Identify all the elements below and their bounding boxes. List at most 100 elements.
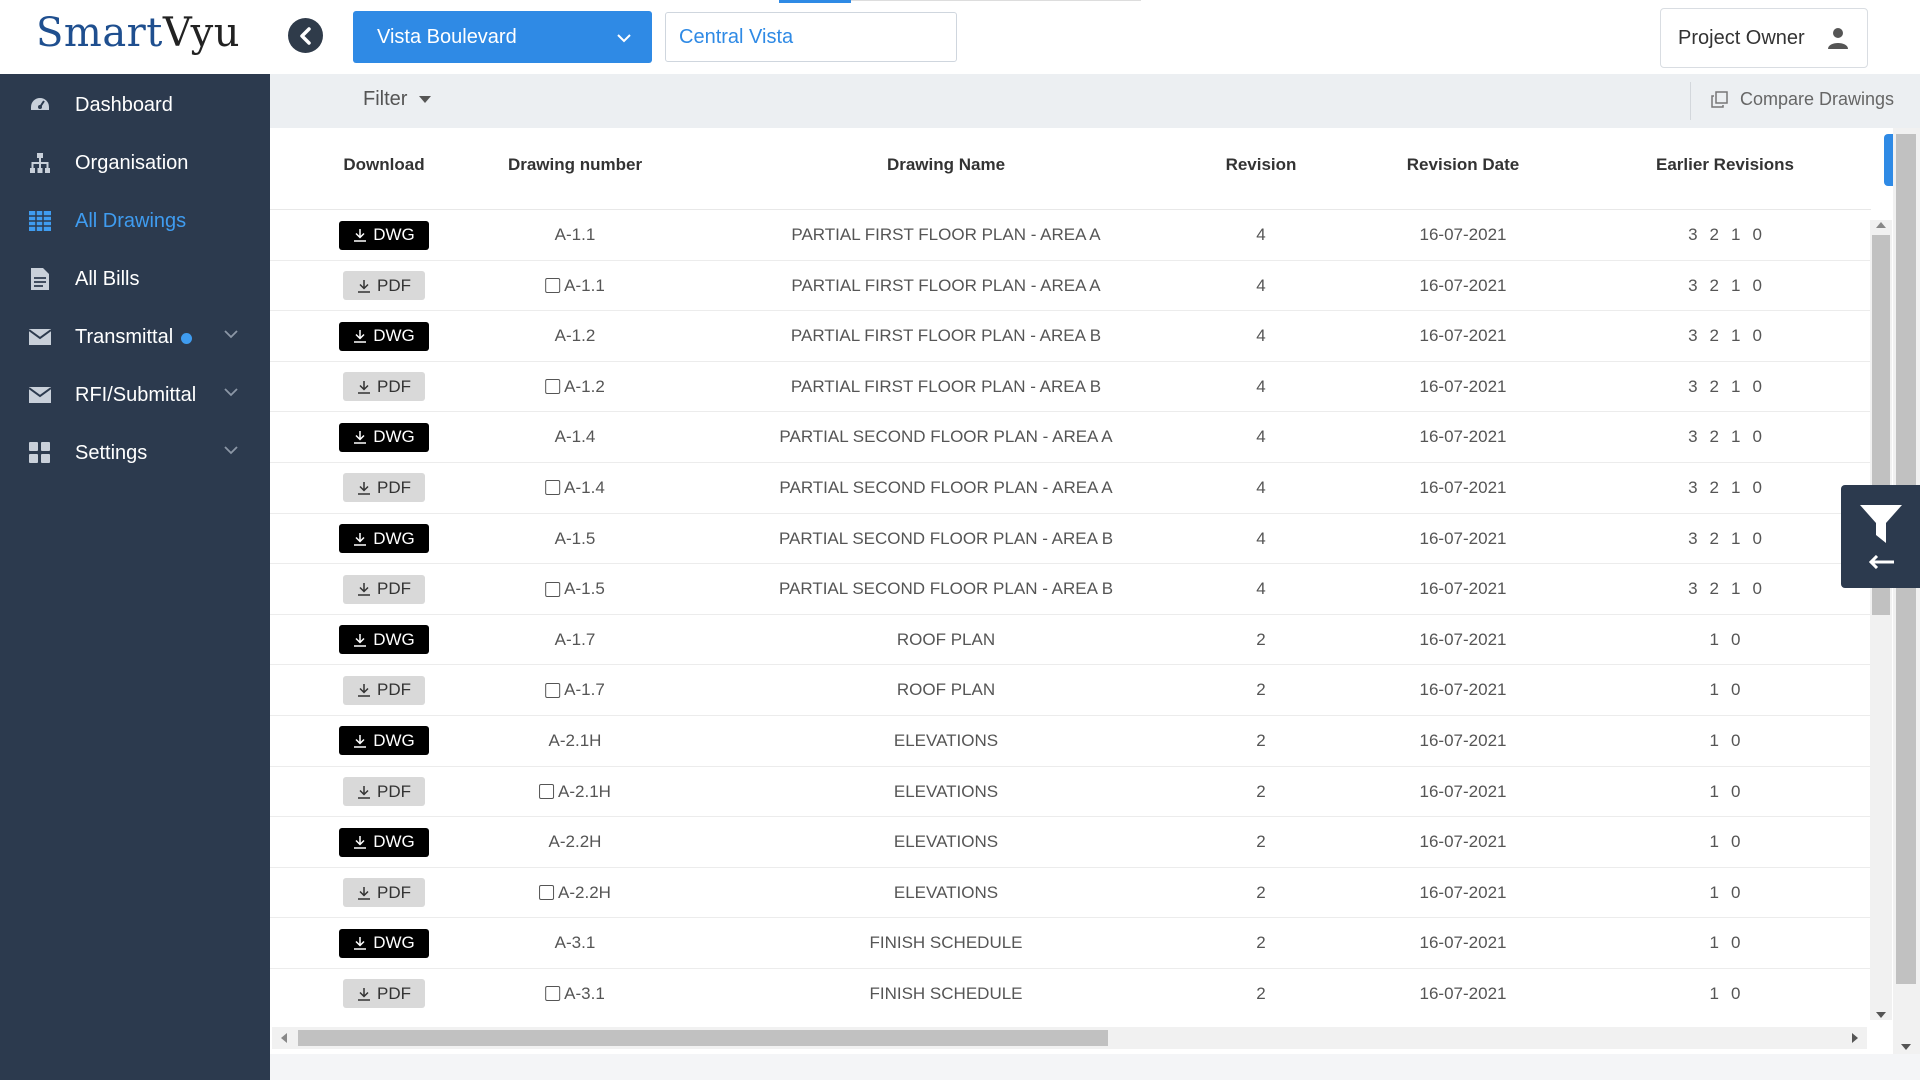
earlier-revision-link[interactable]: 3 [1688,377,1697,397]
select-checkbox[interactable] [539,784,555,800]
download-dwg-button[interactable]: DWG [339,321,429,351]
download-dwg-button[interactable]: DWG [339,422,429,452]
scroll-down-arrow[interactable] [1901,1044,1911,1050]
earlier-revision-link[interactable]: 0 [1752,326,1761,346]
column-header-download[interactable]: Download [343,155,424,175]
earlier-revision-link[interactable]: 3 [1688,326,1697,346]
select-checkbox[interactable] [539,885,555,901]
scroll-up-arrow[interactable] [1876,222,1886,228]
earlier-revision-link[interactable]: 1 [1710,731,1719,751]
earlier-revision-link[interactable]: 1 [1731,427,1740,447]
filter-panel-toggle[interactable] [1841,485,1920,588]
earlier-revision-link[interactable]: 1 [1731,276,1740,296]
earlier-revision-link[interactable]: 0 [1752,377,1761,397]
earlier-revision-link[interactable]: 0 [1752,427,1761,447]
site-input[interactable]: Central Vista [665,12,957,62]
download-pdf-button[interactable]: PDF [343,675,425,705]
earlier-revision-link[interactable]: 0 [1731,933,1740,953]
earlier-revision-link[interactable]: 2 [1710,225,1719,245]
earlier-revision-link[interactable]: 2 [1710,427,1719,447]
project-select[interactable]: Vista Boulevard [353,11,652,63]
earlier-revision-link[interactable]: 0 [1752,276,1761,296]
earlier-revision-link[interactable]: 1 [1710,680,1719,700]
select-checkbox[interactable] [545,278,561,294]
earlier-revision-link[interactable]: 1 [1710,630,1719,650]
earlier-revision-link[interactable]: 0 [1731,782,1740,802]
sidebar-item-settings[interactable]: Settings [0,431,270,475]
earlier-revision-link[interactable]: 1 [1710,883,1719,903]
download-pdf-button[interactable]: PDF [343,777,425,807]
earlier-revision-link[interactable]: 1 [1731,225,1740,245]
earlier-revision-link[interactable]: 0 [1752,225,1761,245]
sidebar-item-organisation[interactable]: Organisation [0,141,270,185]
sidebar-item-dashboard[interactable]: Dashboard [0,83,270,127]
scroll-right-arrow[interactable] [1852,1033,1858,1043]
download-dwg-button[interactable]: DWG [339,726,429,756]
earlier-revision-link[interactable]: 2 [1710,326,1719,346]
earlier-revision-link[interactable]: 1 [1710,832,1719,852]
filter-dropdown[interactable]: Filter [363,88,432,111]
download-dwg-button[interactable]: DWG [339,220,429,250]
column-header-drawing-number[interactable]: Drawing number [508,155,642,175]
back-button[interactable] [288,18,323,53]
earlier-revision-link[interactable]: 0 [1731,984,1740,1004]
select-checkbox[interactable] [545,986,561,1002]
table-vertical-scrollbar[interactable] [1870,220,1892,1020]
earlier-revision-link[interactable]: 0 [1752,529,1761,549]
download-dwg-button[interactable]: DWG [339,827,429,857]
earlier-revision-link[interactable]: 3 [1688,478,1697,498]
earlier-revision-link[interactable]: 0 [1731,630,1740,650]
earlier-revision-link[interactable]: 3 [1688,529,1697,549]
earlier-revision-link[interactable]: 3 [1688,276,1697,296]
earlier-revision-link[interactable]: 3 [1688,427,1697,447]
earlier-revision-link[interactable]: 0 [1731,680,1740,700]
earlier-revision-link[interactable]: 0 [1731,731,1740,751]
sidebar-item-all-bills[interactable]: All Bills [0,257,270,301]
table-horizontal-scrollbar[interactable] [272,1027,1867,1049]
column-header-revision-date[interactable]: Revision Date [1407,155,1519,175]
earlier-revision-link[interactable]: 0 [1752,478,1761,498]
column-header-earlier-revisions[interactable]: Earlier Revisions [1656,155,1794,175]
scroll-down-arrow[interactable] [1876,1012,1886,1018]
earlier-revision-link[interactable]: 2 [1710,529,1719,549]
column-header-revision[interactable]: Revision [1226,155,1297,175]
select-checkbox[interactable] [545,480,561,496]
scrollbar-thumb[interactable] [298,1030,1108,1046]
download-dwg-button[interactable]: DWG [339,524,429,554]
earlier-revision-link[interactable]: 1 [1731,377,1740,397]
earlier-revision-link[interactable]: 2 [1710,579,1719,599]
earlier-revision-link[interactable]: 3 [1688,225,1697,245]
earlier-revision-link[interactable]: 1 [1710,933,1719,953]
download-pdf-button[interactable]: PDF [343,271,425,301]
compare-drawings-button[interactable]: Compare Drawings [1711,89,1894,110]
earlier-revision-link[interactable]: 0 [1731,883,1740,903]
download-pdf-button[interactable]: PDF [343,473,425,503]
earlier-revision-link[interactable]: 2 [1710,276,1719,296]
sidebar-item-transmittal[interactable]: Transmittal [0,315,270,359]
sidebar-item-rfi-submittal[interactable]: RFI/Submittal [0,373,270,417]
download-dwg-button[interactable]: DWG [339,625,429,655]
column-header-drawing-name[interactable]: Drawing Name [887,155,1005,175]
app-logo[interactable]: SmartVyu [36,10,240,56]
earlier-revision-link[interactable]: 1 [1731,326,1740,346]
download-pdf-button[interactable]: PDF [343,574,425,604]
earlier-revision-link[interactable]: 1 [1731,579,1740,599]
download-dwg-button[interactable]: DWG [339,928,429,958]
select-checkbox[interactable] [545,581,561,597]
scroll-left-arrow[interactable] [281,1033,287,1043]
sidebar-item-all-drawings[interactable]: All Drawings [0,199,270,243]
download-pdf-button[interactable]: PDF [343,372,425,402]
select-checkbox[interactable] [545,682,561,698]
earlier-revision-link[interactable]: 3 [1688,579,1697,599]
earlier-revision-link[interactable]: 2 [1710,377,1719,397]
earlier-revision-link[interactable]: 1 [1710,782,1719,802]
download-pdf-button[interactable]: PDF [343,878,425,908]
select-checkbox[interactable] [545,379,561,395]
earlier-revision-link[interactable]: 0 [1731,832,1740,852]
download-pdf-button[interactable]: PDF [343,979,425,1009]
page-vertical-scrollbar[interactable] [1893,128,1920,1054]
earlier-revision-link[interactable]: 2 [1710,478,1719,498]
user-menu-button[interactable]: Project Owner [1660,8,1868,68]
earlier-revision-link[interactable]: 1 [1710,984,1719,1004]
earlier-revision-link[interactable]: 1 [1731,478,1740,498]
